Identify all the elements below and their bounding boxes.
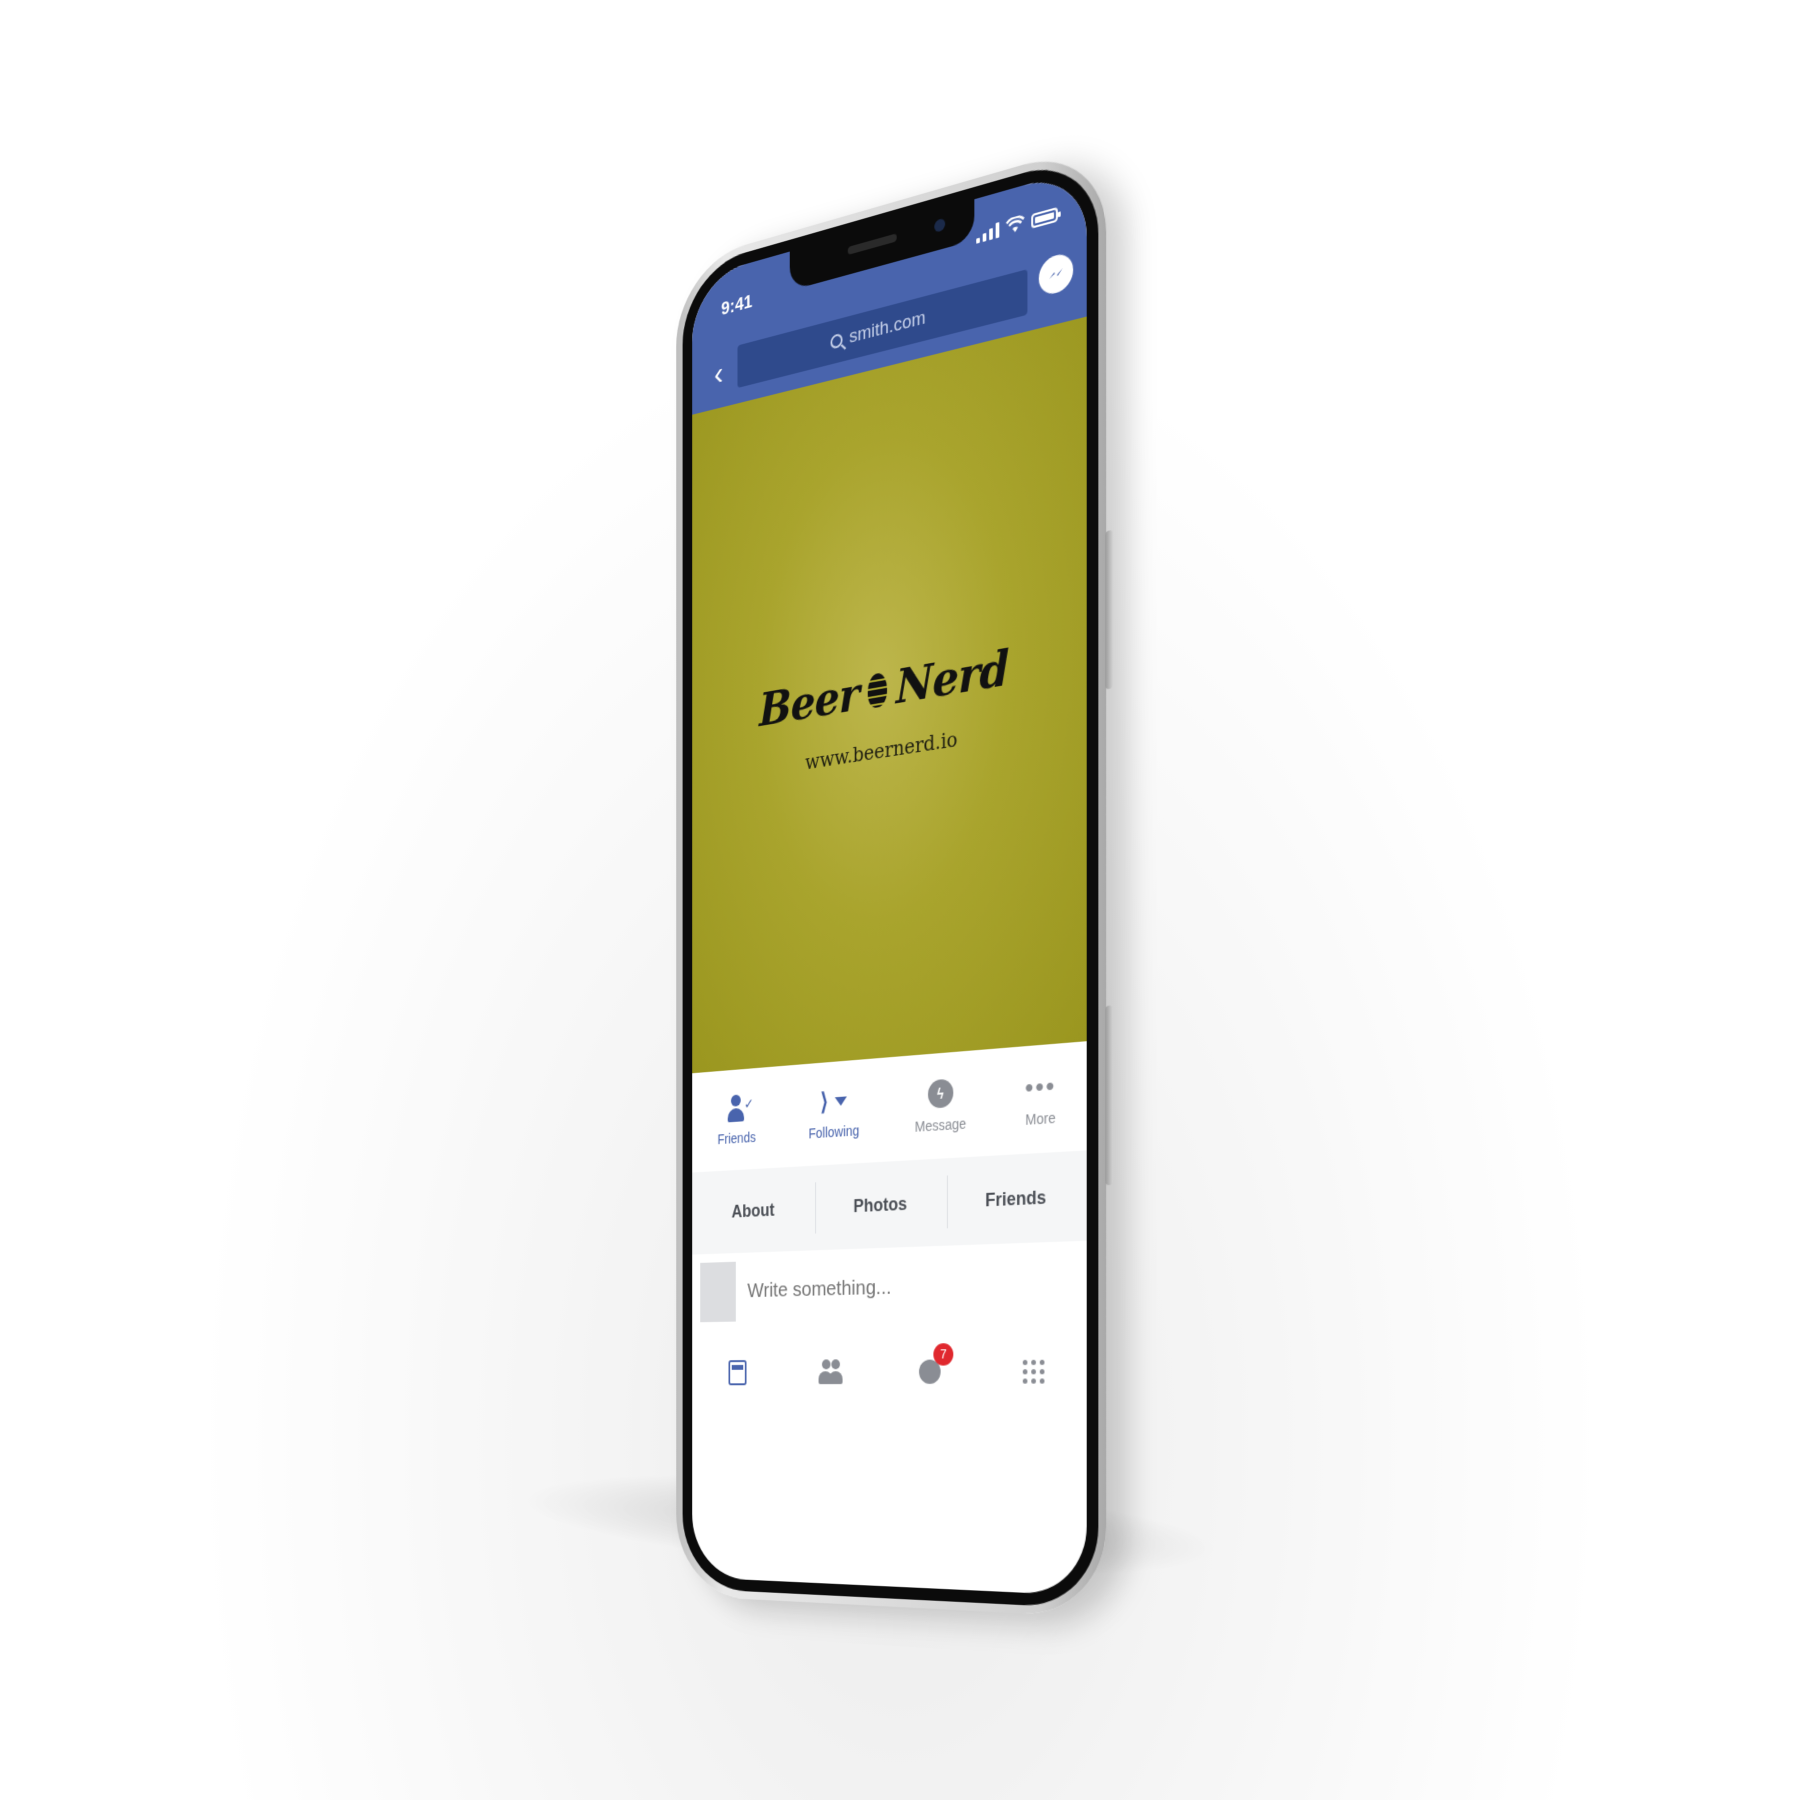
cover-photo[interactable]: Beer Nerd www.beernerd.io [692, 316, 1087, 1074]
nav-feed[interactable] [721, 1355, 754, 1390]
phone-bezel: 9:41 ‹ smith.com Beer Nerd www.beernerd.… [682, 151, 1099, 1609]
following-action-button[interactable]: ⟩ Following [808, 1085, 860, 1142]
rss-icon: ⟩ [820, 1088, 829, 1116]
chevron-down-icon [835, 1095, 848, 1106]
tab-about[interactable]: About [692, 1198, 815, 1224]
messenger-icon: ϟ [927, 1078, 954, 1109]
friends-icon [818, 1359, 845, 1385]
friend-check-icon: ✓ [726, 1094, 754, 1123]
signal-icon [976, 221, 1000, 244]
back-button[interactable]: ‹ [707, 353, 731, 394]
nav-notifications[interactable]: 7 [912, 1343, 954, 1390]
phone-frame: 9:41 ‹ smith.com Beer Nerd www.beernerd.… [676, 140, 1114, 1618]
front-camera [934, 217, 946, 233]
side-button [1105, 529, 1114, 690]
grid-menu-icon [1022, 1359, 1045, 1384]
more-action-button[interactable]: ••• More [1025, 1070, 1057, 1128]
brand-word-left: Beer [759, 666, 859, 737]
brand-word-right: Nerd [895, 640, 1009, 715]
phone-screen: 9:41 ‹ smith.com Beer Nerd www.beernerd.… [692, 167, 1087, 1596]
speaker-grille [847, 233, 897, 255]
tab-photos[interactable]: Photos [815, 1191, 946, 1218]
battery-icon [1031, 206, 1058, 229]
stage: 9:41 ‹ smith.com Beer Nerd www.beernerd.… [0, 0, 1800, 1800]
composer-input[interactable] [745, 1271, 1013, 1304]
nav-menu[interactable] [1014, 1352, 1052, 1390]
notification-badge: 7 [933, 1343, 954, 1366]
status-icons [976, 205, 1058, 244]
friends-action-button[interactable]: ✓ Friends [718, 1092, 756, 1147]
search-icon [830, 332, 843, 350]
following-action-label: Following [808, 1122, 860, 1142]
messenger-icon [1049, 268, 1063, 280]
status-time: 9:41 [721, 291, 753, 321]
side-button-lower [1105, 1005, 1114, 1186]
news-feed-icon [728, 1360, 747, 1386]
brand-logo: Beer Nerd [759, 640, 1008, 737]
wifi-icon [1006, 214, 1025, 233]
cover-website: www.beernerd.io [805, 726, 958, 775]
post-composer [692, 1240, 1087, 1332]
bottom-nav: 7 [692, 1324, 1087, 1479]
friends-action-label: Friends [717, 1129, 756, 1148]
nav-friends[interactable] [814, 1354, 848, 1390]
more-dots-icon: ••• [1024, 1069, 1057, 1104]
url-text: smith.com [849, 307, 926, 348]
message-action-button[interactable]: ϟ Message [915, 1077, 966, 1135]
more-action-label: More [1025, 1109, 1056, 1128]
tab-friends[interactable]: Friends [947, 1185, 1087, 1213]
avatar [700, 1261, 736, 1323]
hop-icon [867, 671, 888, 710]
messenger-button[interactable] [1038, 250, 1074, 298]
message-action-label: Message [914, 1115, 967, 1135]
